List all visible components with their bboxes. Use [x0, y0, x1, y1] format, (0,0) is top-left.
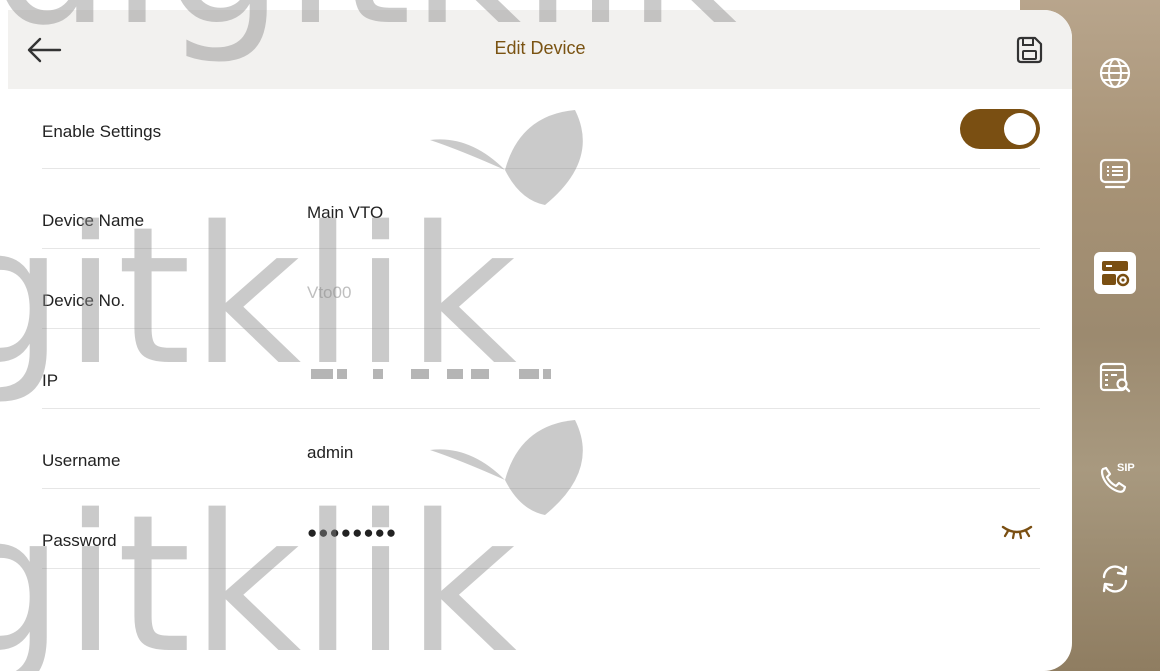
- enable-settings-label: Enable Settings: [42, 122, 162, 141]
- right-sidebar: SIP: [1068, 0, 1160, 671]
- toggle-knob: [1004, 113, 1036, 145]
- screen: Edit Device Enable Settings Device Name …: [0, 0, 1160, 671]
- enable-settings-row: Enable Settings: [42, 89, 1040, 169]
- sidebar-item-device-settings[interactable]: [1088, 246, 1142, 300]
- device-no-field[interactable]: Vto00: [307, 283, 427, 305]
- sidebar-item-network[interactable]: [1088, 46, 1142, 100]
- username-row: Username admin: [42, 409, 1040, 489]
- eye-closed-icon: [1001, 525, 1033, 540]
- device-no-label: Device No.: [42, 291, 126, 310]
- device-name-label: Device Name: [42, 211, 145, 230]
- title-bar: Edit Device: [8, 10, 1072, 89]
- sidebar-item-sync[interactable]: [1088, 552, 1142, 606]
- page-title: Edit Device: [494, 38, 586, 58]
- enable-settings-toggle[interactable]: [960, 109, 1040, 149]
- ip-field-blurred[interactable]: [307, 366, 587, 382]
- ip-label: IP: [42, 371, 59, 390]
- sync-icon: [1102, 565, 1128, 593]
- save-button[interactable]: [1011, 32, 1047, 68]
- sidebar-item-sip[interactable]: SIP: [1088, 450, 1142, 504]
- sip-call-icon: SIP: [1100, 462, 1135, 493]
- device-no-row: Device No. Vto00: [42, 249, 1040, 329]
- sidebar-item-list[interactable]: [1088, 146, 1142, 200]
- sidebar-item-record-search[interactable]: [1088, 350, 1142, 404]
- floppy-disk-icon: [1016, 36, 1043, 64]
- username-field[interactable]: admin: [307, 443, 427, 465]
- sip-label: SIP: [1117, 462, 1135, 474]
- show-password-button[interactable]: [1000, 519, 1034, 543]
- edit-device-panel: Edit Device Enable Settings Device Name …: [8, 10, 1072, 671]
- settings-list: Enable Settings Device Name Main VTO Dev…: [42, 89, 1040, 569]
- list-icon: [1099, 158, 1131, 189]
- ip-row: IP: [42, 329, 1040, 409]
- password-field[interactable]: ●●●●●●●●: [307, 523, 427, 545]
- password-row: Password ●●●●●●●●: [42, 489, 1040, 569]
- password-label: Password: [42, 531, 117, 550]
- device-settings-icon: [1102, 261, 1130, 287]
- record-search-icon: [1099, 362, 1131, 393]
- device-name-field[interactable]: Main VTO: [307, 203, 427, 225]
- username-label: Username: [42, 451, 121, 470]
- device-name-row: Device Name Main VTO: [42, 169, 1040, 249]
- globe-icon: [1099, 57, 1131, 89]
